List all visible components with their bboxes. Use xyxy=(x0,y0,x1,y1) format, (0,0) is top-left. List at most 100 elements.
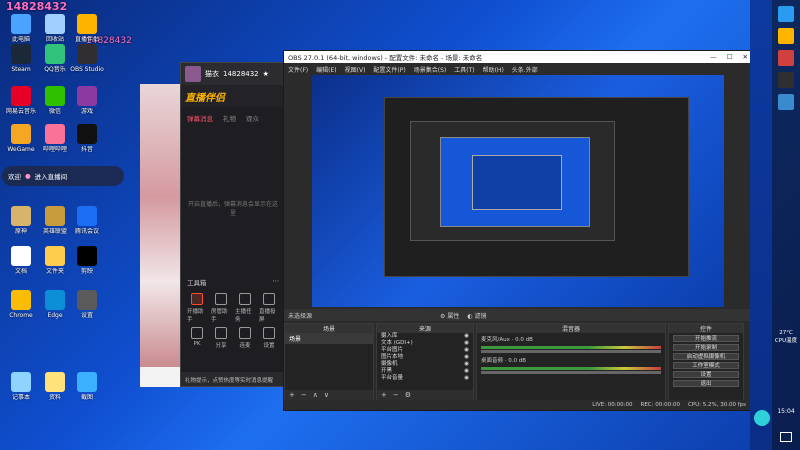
controls-title: 控件 xyxy=(669,324,743,333)
eye-icon[interactable]: ◉ xyxy=(464,340,469,347)
menu-item[interactable]: 编辑(E) xyxy=(316,65,336,74)
cpu-status: CPU: 5.2%, 30.00 fps xyxy=(687,402,746,408)
tool-item[interactable]: 主播任务 xyxy=(235,293,255,323)
menu-item[interactable]: 文件(F) xyxy=(288,65,308,74)
eye-icon[interactable]: ◉ xyxy=(464,333,469,340)
remove-icon[interactable]: − xyxy=(393,391,399,399)
desktop-icon[interactable]: 直播伴侣 xyxy=(70,14,104,43)
avatar[interactable] xyxy=(185,66,201,82)
volume-slider[interactable] xyxy=(481,371,661,374)
obs-window[interactable]: OBS 27.0.1 (64-bit, windows) - 配置文件: 未命名… xyxy=(283,50,753,411)
source-item[interactable]: 摄入库 ◉ xyxy=(377,333,473,340)
eye-icon[interactable]: ◉ xyxy=(464,361,469,368)
menu-item[interactable]: 帮助(H) xyxy=(483,65,504,74)
notification-icon[interactable] xyxy=(780,432,792,442)
desktop-icon[interactable]: 腾讯会议 xyxy=(70,206,104,235)
menu-item[interactable]: 头条.外部 xyxy=(512,65,538,74)
tool-item[interactable]: 直播投屏 xyxy=(259,293,279,323)
tool-item[interactable]: 设置 xyxy=(259,327,279,349)
start-streaming-button[interactable]: 开始推流 xyxy=(673,335,739,342)
tab-danmaku[interactable]: 弹幕消息 xyxy=(187,113,213,123)
netease-music-icon xyxy=(11,86,31,106)
eye-icon[interactable]: ◉ xyxy=(464,347,469,354)
background-anime-window xyxy=(140,84,180,367)
minimize-icon[interactable]: — xyxy=(710,53,717,61)
volume-slider[interactable] xyxy=(481,350,661,353)
desktop-icon[interactable]: 网易云音乐 xyxy=(4,86,38,115)
maximize-icon[interactable]: ☐ xyxy=(727,53,733,61)
desktop-icon[interactable]: 文档 xyxy=(4,246,38,275)
taskbar-app-icon[interactable] xyxy=(778,94,794,110)
tool-item[interactable]: 开播助手 xyxy=(187,293,207,323)
menu-item[interactable]: 工具(T) xyxy=(454,65,474,74)
obs-preview[interactable] xyxy=(312,75,724,307)
obs-titlebar[interactable]: OBS 27.0.1 (64-bit, windows) - 配置文件: 未命名… xyxy=(284,51,752,63)
desktop-icon[interactable]: 记事本 xyxy=(4,372,38,401)
desktop-icon[interactable]: 此电脑 xyxy=(4,14,38,43)
danmaku-placeholder: 开启直播后，弹幕消息会显示在这里 xyxy=(187,201,278,217)
add-icon[interactable]: + xyxy=(289,391,295,399)
toolbox-grid: 开播助手 房管助手 主播任务 直播投屏 PK 分享 连麦 设置 xyxy=(181,287,285,355)
tool-item[interactable]: 分享 xyxy=(211,327,231,349)
scene-item[interactable]: 场景 xyxy=(285,333,373,344)
desktop-icon[interactable]: 设置 xyxy=(70,290,104,319)
recycle-bin-icon xyxy=(45,14,65,34)
music-icon xyxy=(45,44,65,64)
menu-item[interactable]: 场景集合(S) xyxy=(414,65,447,74)
up-icon[interactable]: ∧ xyxy=(313,391,318,399)
more-icon[interactable]: ⋯ xyxy=(273,277,280,287)
desktop-right-area xyxy=(750,0,772,450)
properties-button[interactable]: ⚙ 属性 xyxy=(440,311,459,320)
desktop-icon[interactable]: 游戏 xyxy=(70,86,104,115)
tab-gifts[interactable]: 礼物 xyxy=(223,113,236,123)
desktop-icon[interactable]: 截图 xyxy=(70,372,104,401)
desktop-icon[interactable]: 抖音 xyxy=(70,124,104,153)
desktop-icon[interactable]: Chrome xyxy=(4,290,38,319)
desktop-icon[interactable]: WeGame xyxy=(4,124,38,153)
tab-audience[interactable]: 观众 xyxy=(246,113,259,123)
tool-item[interactable]: 房管助手 xyxy=(211,293,231,323)
start-icon[interactable] xyxy=(778,6,794,22)
desktop-icon[interactable]: 剪映 xyxy=(70,246,104,275)
source-item[interactable]: 摄像机 ◉ xyxy=(377,361,473,368)
capture-icon[interactable] xyxy=(754,410,770,426)
settings-button[interactable]: 设置 xyxy=(673,371,739,378)
exit-button[interactable]: 退出 xyxy=(673,380,739,387)
taskbar-app-icon[interactable] xyxy=(778,50,794,66)
tool-item[interactable]: 连麦 xyxy=(235,327,255,349)
close-icon[interactable]: ✕ xyxy=(743,53,748,61)
menu-item[interactable]: 配置文件(P) xyxy=(373,65,405,74)
tool-item[interactable]: PK xyxy=(187,327,207,349)
assistant-titlebar[interactable]: 猫衣 14828432 ★ xyxy=(181,63,285,85)
star-icon[interactable]: ★ xyxy=(263,70,269,78)
source-item[interactable]: 平台音量 ◉ xyxy=(377,375,473,382)
share-icon xyxy=(215,327,227,339)
taskbar-obs-icon[interactable] xyxy=(778,72,794,88)
taskbar-app-icon[interactable] xyxy=(778,28,794,44)
mic-link-icon xyxy=(239,327,251,339)
admin-icon xyxy=(215,293,227,305)
eye-icon[interactable]: ◉ xyxy=(464,375,469,382)
source-item[interactable]: 图片本地 ◉ xyxy=(377,354,473,361)
document-icon xyxy=(11,246,31,266)
live-assistant-window[interactable]: 猫衣 14828432 ★ 直播伴侣 弹幕消息 礼物 观众 开启直播后，弹幕消息… xyxy=(180,62,286,387)
add-icon[interactable]: + xyxy=(381,391,387,399)
eye-icon[interactable]: ◉ xyxy=(464,354,469,361)
start-recording-button[interactable]: 开始录制 xyxy=(673,344,739,351)
remove-icon[interactable]: − xyxy=(301,391,307,399)
eye-icon[interactable]: ◉ xyxy=(464,368,469,375)
source-item[interactable]: 平台图片 ◉ xyxy=(377,347,473,354)
files-icon xyxy=(45,372,65,392)
virtual-camera-button[interactable]: 启动虚拟摄像机 xyxy=(673,353,739,360)
down-icon[interactable]: ∨ xyxy=(324,391,329,399)
desktop-icon[interactable]: Steam xyxy=(4,44,38,73)
filters-button[interactable]: ◐ 滤镜 xyxy=(467,311,486,320)
gear-icon[interactable]: ⚙ xyxy=(405,391,411,399)
menu-item[interactable]: 视图(V) xyxy=(345,65,366,74)
desktop-icon[interactable]: OBS Studio xyxy=(70,44,104,73)
desktop-icon[interactable]: 原神 xyxy=(4,206,38,235)
clock[interactable]: 15:04 xyxy=(772,408,800,415)
source-item[interactable]: 文本 (GDI+) ◉ xyxy=(377,340,473,347)
studio-mode-button[interactable]: 工作室模式 xyxy=(673,362,739,369)
source-item[interactable]: 开黑 ◉ xyxy=(377,368,473,375)
